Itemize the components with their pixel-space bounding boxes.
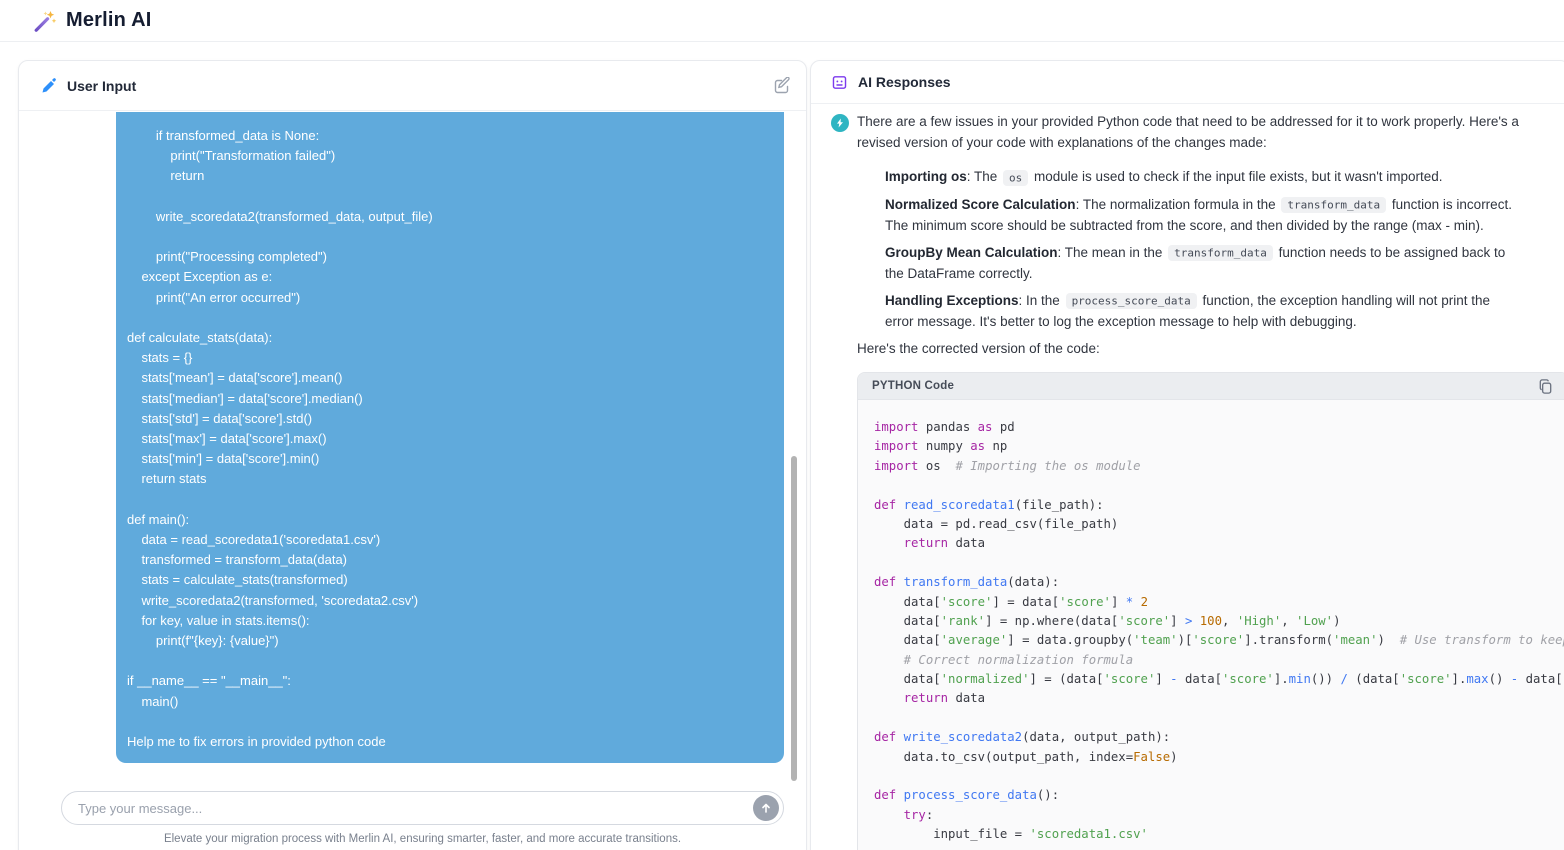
compose-button[interactable] — [774, 77, 791, 94]
inline-code-chip: process_score_data — [1066, 293, 1197, 309]
copy-icon — [1537, 378, 1554, 395]
user-input-header: User Input — [19, 61, 806, 111]
ai-responses-panel: AI Responses There are a few issues in y… — [810, 60, 1564, 850]
ai-intro-text: There are a few issues in your provided … — [857, 112, 1521, 153]
compose-icon — [774, 77, 791, 94]
lightning-icon — [835, 118, 845, 128]
user-input-title: User Input — [67, 78, 136, 94]
robot-icon — [831, 74, 848, 91]
arrow-up-icon — [760, 802, 772, 814]
python-code-block: PYTHON Code import pandas as pdimport nu… — [857, 372, 1564, 850]
message-input-row — [61, 791, 784, 825]
issue-item: GroupBy Mean Calculation: The mean in th… — [885, 243, 1521, 285]
inline-code-chip: transform_data — [1168, 245, 1273, 261]
code-block-header: PYTHON Code — [858, 373, 1564, 400]
ai-responses-title: AI Responses — [858, 74, 951, 90]
issues-list: Importing os: The os module is used to c… — [885, 167, 1521, 333]
inline-code-chip: transform_data — [1281, 197, 1386, 213]
panel-footer-text: Elevate your migration process with Merl… — [61, 833, 784, 845]
top-bar: Merlin AI — [0, 0, 1564, 42]
ai-avatar — [831, 114, 849, 132]
message-input[interactable] — [78, 801, 753, 816]
issue-item: Importing os: The os module is used to c… — [885, 167, 1521, 189]
user-message-bubble: if transformed_data is None: print("Tran… — [116, 112, 784, 763]
send-button[interactable] — [753, 795, 779, 821]
message-scroll-area: if transformed_data is None: print("Tran… — [19, 112, 806, 784]
app-title: Merlin AI — [66, 9, 152, 32]
user-message-code: if transformed_data is None: print("Tran… — [127, 128, 433, 749]
code-lines: import pandas as pdimport numpy as npimp… — [858, 400, 1564, 850]
ai-responses-body: There are a few issues in your provided … — [811, 104, 1564, 850]
inline-code-chip: os — [1003, 170, 1028, 186]
issue-item: Handling Exceptions: In the process_scor… — [885, 291, 1521, 333]
ai-message: There are a few issues in your provided … — [857, 112, 1521, 850]
message-scrollbar-thumb[interactable] — [791, 456, 797, 781]
code-intro-text: Here's the corrected version of the code… — [857, 339, 1521, 360]
issue-item: Normalized Score Calculation: The normal… — [885, 195, 1521, 237]
code-language-label: PYTHON Code — [872, 380, 954, 392]
ai-responses-header: AI Responses — [811, 61, 1564, 104]
copy-button[interactable] — [1537, 378, 1554, 395]
magic-wand-logo-icon — [33, 9, 57, 33]
pencil-icon — [41, 78, 57, 94]
user-input-panel: User Input if transformed_data is None: … — [18, 60, 807, 850]
